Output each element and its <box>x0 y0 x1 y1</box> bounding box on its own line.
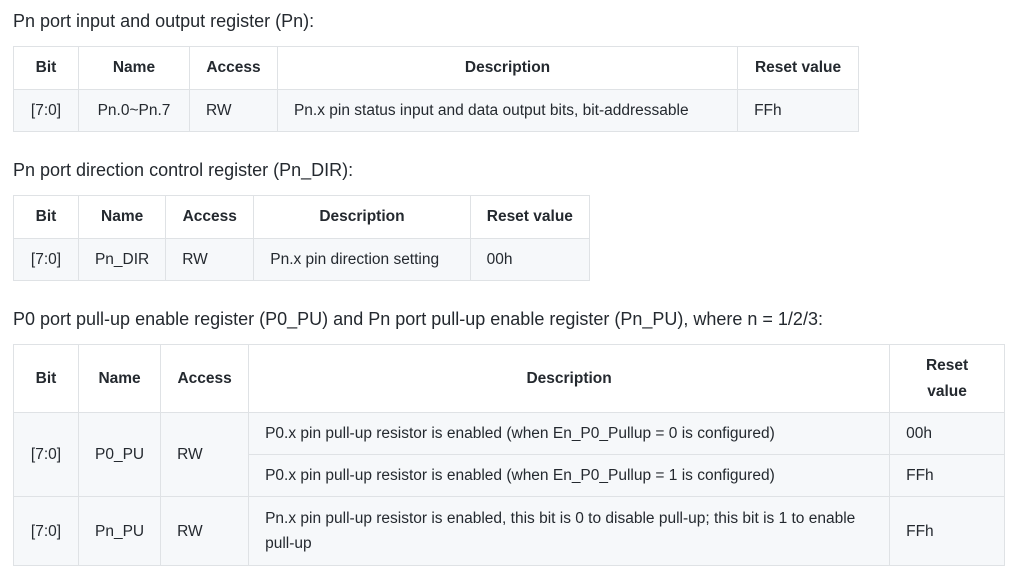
cell-description: Pn.x pin status input and data output bi… <box>276 89 739 132</box>
cell-description: Pn.x pin direction setting <box>253 238 471 281</box>
column-header-bit: Bit <box>13 46 79 90</box>
cell-access: RW <box>188 89 278 132</box>
table-header-row: Bit Name Access Description Reset value <box>13 195 591 239</box>
cell-access: RW <box>160 496 250 566</box>
column-header-access: Access <box>188 46 278 90</box>
column-header-name: Name <box>77 46 190 90</box>
column-header-reset-value: Reset value <box>889 344 1005 413</box>
table-row: [7:0] Pn.0~Pn.7 RW Pn.x pin status input… <box>13 89 859 132</box>
register-table-pn-dir: Bit Name Access Description Reset value … <box>13 195 591 281</box>
table-row: [7:0] Pn_DIR RW Pn.x pin direction setti… <box>13 238 591 281</box>
column-header-name: Name <box>77 344 162 413</box>
column-header-reset-value: Reset value <box>469 195 591 239</box>
column-header-access: Access <box>160 344 250 413</box>
column-header-description: Description <box>276 46 739 90</box>
cell-access: RW <box>165 238 255 281</box>
register-table-pn: Bit Name Access Description Reset value … <box>13 46 859 132</box>
table-header-row: Bit Name Access Description Reset value <box>13 344 1005 413</box>
table-row: [7:0] P0_PU RW P0.x pin pull-up resistor… <box>13 412 1005 497</box>
column-header-description: Description <box>253 195 471 239</box>
cell-name: P0_PU <box>77 412 162 497</box>
section-heading-pu: P0 port pull-up enable register (P0_PU) … <box>13 309 823 329</box>
column-header-bit: Bit <box>13 344 79 413</box>
cell-name: Pn_DIR <box>77 238 167 281</box>
cell-name: Pn_PU <box>77 496 162 566</box>
cell-bit: [7:0] <box>13 412 79 497</box>
column-header-bit: Bit <box>13 195 79 239</box>
section-heading-pn: Pn port input and output register (Pn): <box>13 11 315 31</box>
column-header-reset-value: Reset value <box>737 46 859 90</box>
column-header-description: Description <box>248 344 891 413</box>
cell-name: Pn.0~Pn.7 <box>77 89 190 132</box>
register-table-pu: Bit Name Access Description Reset value … <box>13 344 1005 566</box>
cell-reset-value: FFh <box>889 496 1005 566</box>
table-row: [7:0] Pn_PU RW Pn.x pin pull-up resistor… <box>13 496 1005 566</box>
cell-bit: [7:0] <box>13 89 79 132</box>
cell-description: P0.x pin pull-up resistor is enabled (wh… <box>248 454 891 497</box>
column-header-access: Access <box>165 195 255 239</box>
column-header-name: Name <box>77 195 167 239</box>
cell-access: RW <box>160 412 250 497</box>
cell-reset-value: 00h <box>469 238 591 281</box>
cell-reset-value: 00h <box>889 412 1005 455</box>
cell-description: P0.x pin pull-up resistor is enabled (wh… <box>248 412 891 455</box>
table-header-row: Bit Name Access Description Reset value <box>13 46 859 90</box>
cell-reset-value: FFh <box>737 89 859 132</box>
cell-reset-value: FFh <box>889 454 1005 497</box>
cell-bit: [7:0] <box>13 238 79 281</box>
cell-description: Pn.x pin pull-up resistor is enabled, th… <box>248 496 891 566</box>
section-heading-pn-dir: Pn port direction control register (Pn_D… <box>13 160 354 180</box>
cell-bit: [7:0] <box>13 496 79 566</box>
